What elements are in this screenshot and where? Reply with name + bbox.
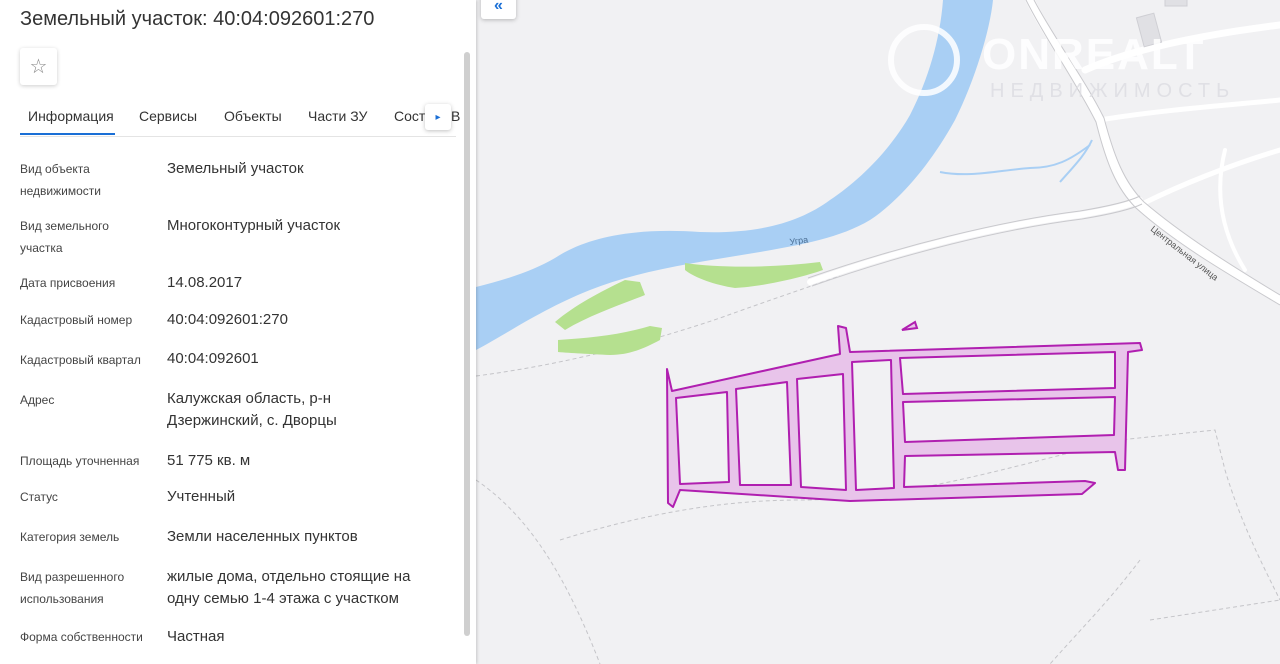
field-label-status: Статус (20, 490, 58, 504)
field-value-ownership: Частная (167, 628, 225, 645)
tab-composition[interactable]: Сост (394, 108, 425, 124)
watermark-subtext: недвижимость (990, 80, 1236, 102)
field-value-permitted-use: жилые дома, отдельно стоящие на одну сем… (167, 568, 411, 607)
active-tab-indicator (20, 133, 115, 135)
field-label-address: Адрес (20, 393, 55, 407)
field-label-assign-date: Дата присвоения (20, 276, 116, 290)
field-label-permitted-use: Вид разрешенного использования (20, 570, 125, 606)
field-value-land-category: Земли населенных пунктов (167, 528, 358, 545)
field-value-land-type: Многоконтурный участок (167, 217, 341, 234)
tab-overflow-text: В (451, 108, 461, 124)
field-value-assign-date: 14.08.2017 (167, 274, 243, 291)
favorite-button[interactable]: ☆ (20, 48, 57, 85)
info-panel: Земельный участок: 40:04:092601:270 ☆ Ин… (0, 0, 476, 664)
watermark-text: ONREALT (982, 30, 1206, 79)
field-value-object-type: Земельный участок (167, 160, 304, 177)
double-chevron-left-icon: « (494, 0, 503, 14)
field-label-area: Площадь уточненная (20, 454, 140, 468)
page-title: Земельный участок: 40:04:092601:270 (20, 8, 375, 30)
field-label-land-type: Вид земельного участка (20, 219, 109, 255)
field-value-status: Учтенный (167, 488, 236, 505)
star-icon: ☆ (29, 56, 48, 78)
field-label-ownership: Форма собственности (20, 630, 143, 644)
field-label-cadastral-number: Кадастровый номер (20, 313, 133, 327)
field-value-cadastral-number: 40:04:092601:270 (167, 311, 288, 328)
tab-info[interactable]: Информация (28, 108, 114, 124)
tab-objects[interactable]: Объекты (224, 108, 282, 124)
watermark-logo (888, 24, 960, 96)
field-value-area: 51 775 кв. м (167, 452, 251, 469)
tab-parts[interactable]: Части ЗУ (308, 108, 367, 124)
field-label-cadastral-quarter: Кадастровый квартал (20, 353, 141, 367)
tab-services[interactable]: Сервисы (139, 108, 197, 124)
tab-bar: Информация Сервисы Объекты Части ЗУ Сост… (20, 98, 460, 137)
field-label-land-category: Категория земель (20, 530, 120, 544)
panel-scrollbar[interactable] (464, 52, 470, 636)
collapse-panel-button[interactable]: « (481, 0, 516, 19)
field-value-cadastral-quarter: 40:04:092601 (167, 350, 259, 367)
field-label-object-type: Вид объекта недвижимости (20, 162, 101, 198)
caret-right-icon: ▸ (435, 111, 441, 123)
tabs-next-button[interactable]: ▸ (425, 104, 451, 130)
field-value-address: Калужская область, р-н Дзержинский, с. Д… (167, 390, 337, 429)
